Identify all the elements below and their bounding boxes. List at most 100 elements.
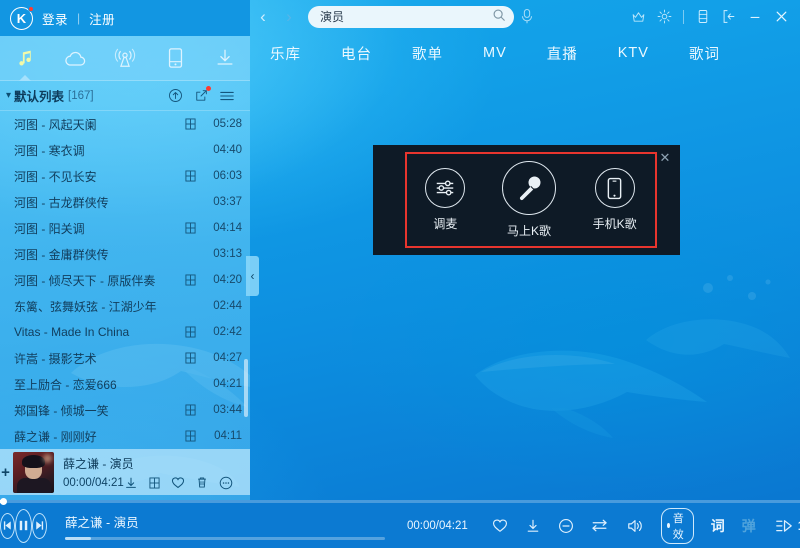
nav-item-radio[interactable]: 电台 [321,43,392,64]
register-link[interactable]: 注册 [89,9,115,28]
nav-item-mv[interactable]: MV [463,45,527,61]
song-row[interactable]: 河图 - 寒衣调 04:40 [0,137,250,163]
ktv-option-sing-now[interactable]: 马上K歌 [501,161,556,239]
favorite-button[interactable] [492,518,508,533]
login-link[interactable]: 登录 [42,9,68,28]
playlist-count: [167] [68,89,94,102]
song-list[interactable]: 河图 - 风起天阑 05:28 河图 - 寒衣调 04:40 河图 - 不见长安 [0,111,250,503]
song-duration: 05:28 [213,118,242,130]
back-button[interactable]: ‹ [250,0,276,33]
song-row[interactable]: Vitas - Made In China 02:42 [0,319,250,345]
nav-item-ktv[interactable]: KTV [598,45,669,61]
equalizer-icon [437,180,454,196]
volume-button[interactable] [626,518,644,534]
song-mv-badge[interactable] [178,430,202,442]
song-row[interactable]: 河图 - 古龙群侠传 03:37 [0,189,250,215]
app-logo[interactable]: K [10,5,34,30]
toolbar-divider [683,9,684,24]
search-input[interactable] [320,9,492,24]
song-duration: 04:21 [213,378,242,390]
account-separator: | [77,11,81,25]
block-button[interactable] [558,518,574,534]
song-row[interactable]: 许嵩 - 摄影艺术 04:27 [0,345,250,371]
mini-mode-icon [698,10,708,23]
mv-icon[interactable] [149,477,160,489]
vip-crown-button[interactable] [625,0,651,33]
minimize-button[interactable] [742,0,768,33]
song-title: 郑国锋 - 倾城一笑 [14,403,109,418]
song-title: 河图 - 金庸群侠传 [14,247,109,262]
song-mv-badge[interactable] [178,274,202,286]
mv-icon [184,326,196,338]
song-row[interactable]: 河图 - 倾尽天下 - 原版伴奏 04:20 [0,267,250,293]
song-row[interactable]: 河图 - 风起天阑 05:28 [0,111,250,137]
search-icon[interactable] [492,8,506,25]
upload-playlist-button[interactable] [162,85,188,107]
song-mv-badge[interactable] [178,170,202,182]
microphone-icon-circle [501,161,556,215]
settings-button[interactable] [651,0,677,33]
song-row[interactable]: 至上励合 - 恋爱666 04:21 [0,371,250,397]
previous-button[interactable] [0,512,15,539]
download-button[interactable] [525,518,541,534]
nav-item-live[interactable]: 直播 [527,43,598,64]
ktv-option-tune-mic[interactable]: 调麦 [425,168,466,232]
sidebar-tab-downloads[interactable] [200,36,250,80]
forward-button[interactable]: › [276,0,302,33]
sidebar-tab-cloud[interactable] [50,36,100,80]
song-row[interactable]: 郑国锋 - 倾城一笑 03:44 [0,397,250,423]
mv-icon [184,404,196,416]
trash-icon[interactable] [196,476,208,489]
sidebar-collapse-handle[interactable]: ‹ [246,256,259,296]
current-song-title: 薛之谦 - 演员 [63,456,134,471]
song-row[interactable]: 河图 - 金庸群侠传 03:13 [0,241,250,267]
sidebar-tabs [0,36,250,81]
song-mv-badge[interactable] [178,326,202,338]
sidebar-tab-music-library[interactable] [0,36,50,81]
song-row[interactable]: 薛之谦 - 刚刚好 04:11 [0,423,250,449]
song-mv-badge[interactable] [178,118,202,130]
nav-item-playlists[interactable]: 歌单 [392,43,463,64]
song-row[interactable]: 东篱、弦舞妖弦 - 江湖少年 02:44 [0,293,250,319]
download-icon[interactable] [124,476,138,490]
song-mv-badge[interactable] [178,404,202,416]
heart-icon[interactable] [171,476,185,489]
song-row[interactable]: 河图 - 不见长安 06:03 [0,163,250,189]
more-icon[interactable] [219,476,233,490]
microphone-icon [521,8,533,24]
play-mode-button[interactable] [591,518,609,533]
ktv-close-button[interactable]: ✕ [658,150,672,165]
now-playing-progress[interactable] [65,536,385,540]
logout-button[interactable] [716,0,742,33]
nav-item-lyrics[interactable]: 歌词 [669,43,740,64]
song-mv-badge[interactable] [178,352,202,364]
now-playing-title[interactable]: 薛之谦 - 演员 [65,512,385,531]
search-box[interactable] [308,5,514,28]
current-song-row[interactable]: + 薛之谦 - 演员 00:00/04:21 [0,449,250,495]
pause-icon [19,520,28,531]
chevron-down-icon[interactable]: ▾ [6,90,11,101]
playlist-button[interactable]: 167 [775,518,800,533]
mini-mode-button[interactable] [690,0,716,33]
playlist-menu-button[interactable] [214,85,240,107]
song-row[interactable]: 河图 - 阳关调 04:14 [0,215,250,241]
sidebar-tab-device[interactable] [150,36,200,80]
sidebar-tab-radio[interactable] [100,36,150,80]
phone-icon [168,48,182,68]
lyrics-button[interactable]: 词 [711,516,725,536]
sound-effects-button[interactable]: 音效 [660,507,694,544]
ktv-option-label: 马上K歌 [506,224,551,238]
account-bar: K 登录 | 注册 [0,0,250,36]
next-button[interactable] [32,512,47,539]
voice-search-button[interactable] [514,0,540,33]
add-song-icon[interactable]: + [0,464,11,481]
playlist-name[interactable]: 默认列表 [14,86,64,105]
song-mv-badge[interactable] [178,222,202,234]
ktv-option-phone-ktv[interactable]: 手机K歌 [593,168,637,232]
sidebar-scrollbar[interactable] [244,359,248,417]
share-playlist-button[interactable] [188,85,214,107]
bullet-comment-button[interactable]: 弹 [742,516,756,536]
nav-item-music-library[interactable]: 乐库 [250,43,321,64]
play-pause-button[interactable] [15,508,32,543]
close-button[interactable] [768,0,794,33]
